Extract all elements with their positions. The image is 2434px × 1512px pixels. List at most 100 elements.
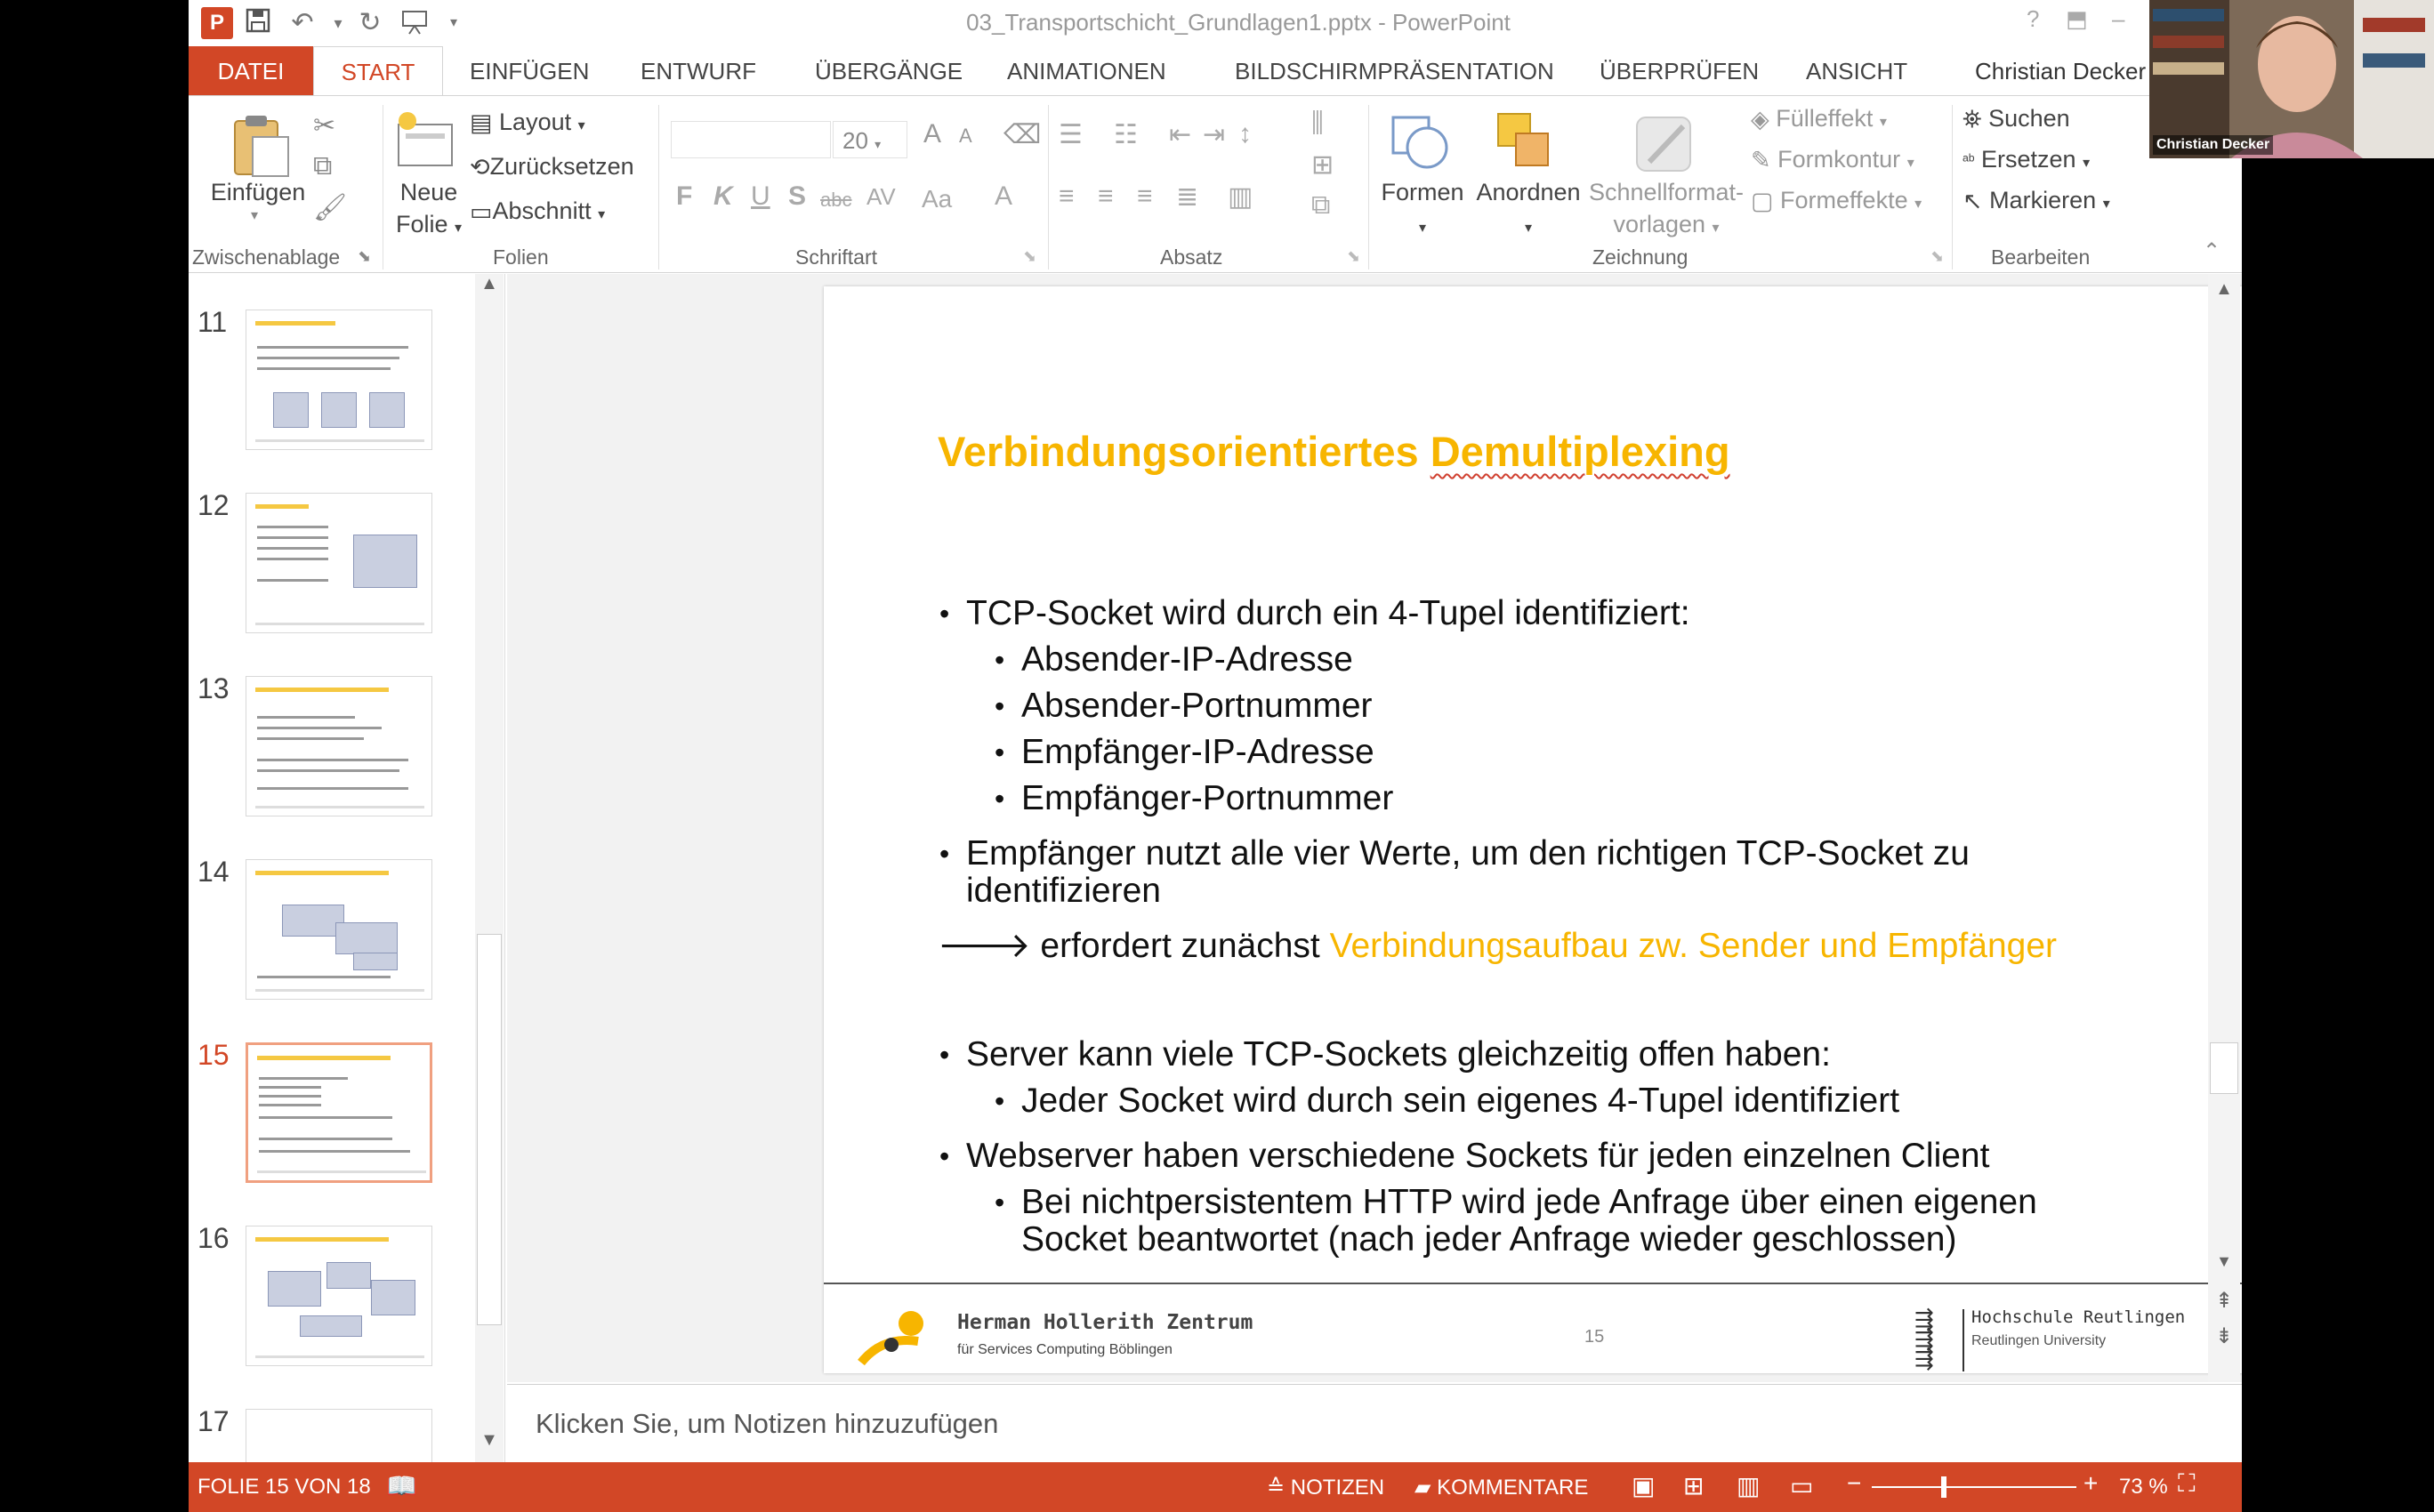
zoom-in-button[interactable]: + — [2083, 1469, 2098, 1498]
shape-fill-button[interactable]: ◈ Fülleffekt ▾ — [1751, 105, 1887, 133]
scroll-down-arrow-icon[interactable]: ▼ — [477, 1430, 502, 1459]
align-left-icon[interactable]: ≡ — [1059, 181, 1075, 212]
editor-scroll-down-icon[interactable]: ▼ — [2210, 1252, 2238, 1271]
slide-thumbnail-12[interactable] — [246, 493, 432, 633]
notes-pane[interactable]: Klicken Sie, um Notizen hinzuzufügen — [507, 1384, 2242, 1462]
shapes-button[interactable]: Formen ▾ — [1374, 176, 1471, 245]
font-family-select[interactable] — [671, 121, 831, 158]
zoom-slider-thumb[interactable] — [1940, 1476, 1946, 1498]
help-button[interactable]: ? — [2027, 5, 2039, 33]
comments-toggle[interactable]: ▰ KOMMENTARE — [1414, 1475, 1588, 1500]
clipboard-launcher-icon[interactable]: ⬊ — [358, 247, 371, 266]
normal-view-icon[interactable]: ▣ — [1632, 1471, 1655, 1500]
quick-styles-button[interactable]: Schnellformat-vorlagen ▾ — [1582, 176, 1751, 245]
paste-icon[interactable] — [226, 110, 297, 186]
columns-icon[interactable]: ▥ — [1228, 181, 1253, 213]
zoom-out-button[interactable]: − — [1847, 1469, 1861, 1498]
notes-toggle[interactable]: ≙ NOTIZEN — [1267, 1475, 1384, 1500]
underline-button[interactable]: U — [751, 181, 770, 212]
new-slide-button[interactable]: Neue Folie ▾ — [386, 176, 471, 245]
font-size-select[interactable]: 20 ▾ — [833, 121, 907, 158]
bold-button[interactable]: F — [676, 181, 692, 212]
redo-icon[interactable]: ↻ — [354, 7, 386, 39]
reset-button[interactable]: ⟲Zurücksetzen — [470, 153, 634, 181]
thumbnails-scroll-thumb[interactable] — [477, 934, 502, 1325]
smartart-icon[interactable]: ⧉ — [1311, 190, 1330, 221]
notes-placeholder[interactable]: Klicken Sie, um Notizen hinzuzufügen — [536, 1408, 998, 1440]
select-button[interactable]: ↖ Markieren ▾ — [1963, 187, 2110, 215]
character-spacing-button[interactable]: AV — [866, 183, 896, 211]
drawing-launcher-icon[interactable]: ⬊ — [1930, 247, 1944, 266]
user-name[interactable]: Christian Decker — [1970, 46, 2151, 96]
quick-styles-icon[interactable] — [1632, 112, 1696, 181]
slide-thumbnail-16[interactable] — [246, 1226, 432, 1366]
line-spacing-icon[interactable]: ↕ — [1238, 119, 1252, 149]
slide-thumbnail-15[interactable] — [246, 1042, 432, 1183]
tab-datei[interactable]: DATEI — [189, 46, 313, 96]
grow-font-button[interactable]: A — [923, 119, 941, 149]
strikethrough-button[interactable]: abc — [820, 189, 851, 212]
slide-canvas[interactable]: Verbindungsorientiertes Demultiplexing •… — [824, 286, 2242, 1373]
font-launcher-icon[interactable]: ⬊ — [1023, 247, 1036, 266]
slide-thumbnail-13[interactable] — [246, 676, 432, 816]
slide-counter[interactable]: FOLIE 15 VON 18 — [197, 1475, 371, 1500]
align-text-icon[interactable]: ⊞ — [1311, 149, 1334, 181]
slide-sorter-icon[interactable]: ⊞ — [1683, 1471, 1704, 1500]
fit-slide-icon[interactable]: ⛶ — [2178, 1469, 2196, 1499]
next-slide-icon[interactable]: ⇟ — [2210, 1323, 2238, 1349]
italic-button[interactable]: K — [713, 181, 733, 212]
presentation-icon[interactable] — [399, 7, 431, 39]
tab-entwurf[interactable]: ENTWURF — [635, 46, 762, 96]
font-color-button[interactable]: A — [995, 181, 1012, 212]
section-button[interactable]: ▭Abschnitt ▾ — [470, 197, 605, 226]
arrange-button[interactable]: Anordnen ▾ — [1473, 176, 1584, 245]
scroll-up-arrow-icon[interactable]: ▲ — [477, 274, 502, 302]
text-direction-icon[interactable]: ⫼ — [1311, 109, 1324, 139]
previous-slide-icon[interactable]: ⇞ — [2210, 1288, 2238, 1314]
editor-scrollbar[interactable] — [2208, 274, 2240, 1382]
justify-icon[interactable]: ≣ — [1176, 181, 1198, 213]
editor-scroll-thumb[interactable] — [2210, 1042, 2238, 1094]
zoom-level[interactable]: 73 % — [2119, 1475, 2168, 1500]
collapse-ribbon-icon[interactable]: ⌃ — [2203, 238, 2220, 264]
reading-view-icon[interactable]: ▥ — [1737, 1471, 1760, 1500]
save-icon[interactable] — [242, 7, 274, 39]
align-right-icon[interactable]: ≡ — [1137, 181, 1153, 212]
decrease-indent-icon[interactable]: ⇤ — [1169, 119, 1191, 150]
undo-icon[interactable]: ↶ — [286, 7, 318, 39]
minimize-button[interactable]: – — [2112, 5, 2124, 33]
layout-button[interactable]: ▤ Layout ▾ — [470, 109, 585, 137]
shrink-font-button[interactable]: A — [959, 125, 972, 148]
ribbon-display-options-icon[interactable]: ⬒ — [2066, 5, 2088, 33]
undo-dropdown-icon[interactable]: ▾ — [322, 7, 354, 39]
editor-scroll-up-icon[interactable]: ▲ — [2210, 279, 2238, 300]
tab-animationen[interactable]: ANIMATIONEN — [1002, 46, 1172, 96]
tab-einfuegen[interactable]: EINFÜGEN — [464, 46, 594, 96]
numbering-icon[interactable]: ☷ — [1114, 119, 1138, 150]
slide-thumbnail-11[interactable] — [246, 310, 432, 450]
format-painter-icon[interactable]: 🖌 — [313, 192, 347, 223]
change-case-button[interactable]: Aa — [922, 185, 952, 213]
shape-outline-button[interactable]: ✎ Formkontur ▾ — [1751, 146, 1914, 174]
find-button[interactable]: ⛯ Suchen — [1963, 105, 2070, 134]
new-slide-icon[interactable] — [393, 109, 457, 177]
paste-dropdown-icon[interactable]: ▾ — [251, 206, 258, 224]
increase-indent-icon[interactable]: ⇥ — [1203, 119, 1225, 150]
tab-uebergaenge[interactable]: ÜBERGÄNGE — [810, 46, 968, 96]
slide-thumbnail-14[interactable] — [246, 859, 432, 1000]
shapes-icon[interactable] — [1386, 109, 1454, 181]
tab-ueberpruefen[interactable]: ÜBERPRÜFEN — [1594, 46, 1764, 96]
slide-thumbnail-17[interactable] — [246, 1409, 432, 1462]
replace-button[interactable]: ᵃᵇ Ersetzen ▾ — [1963, 146, 2090, 173]
arrange-icon[interactable] — [1491, 109, 1555, 181]
cut-icon[interactable]: ✂ — [313, 110, 335, 141]
spellcheck-icon[interactable]: 📖 — [386, 1471, 417, 1500]
shadow-button[interactable]: S — [788, 181, 806, 212]
paragraph-launcher-icon[interactable]: ⬊ — [1347, 247, 1360, 266]
tab-bildschirmpraesentation[interactable]: BILDSCHIRMPRÄSENTATION — [1229, 46, 1560, 96]
slide-title[interactable]: Verbindungsorientiertes Demultiplexing — [938, 427, 1730, 476]
copy-icon[interactable]: ⧉ — [313, 151, 332, 181]
zoom-slider-track[interactable] — [1872, 1486, 2076, 1488]
customize-qat-icon[interactable]: ▾ — [438, 7, 470, 39]
align-center-icon[interactable]: ≡ — [1098, 181, 1114, 212]
